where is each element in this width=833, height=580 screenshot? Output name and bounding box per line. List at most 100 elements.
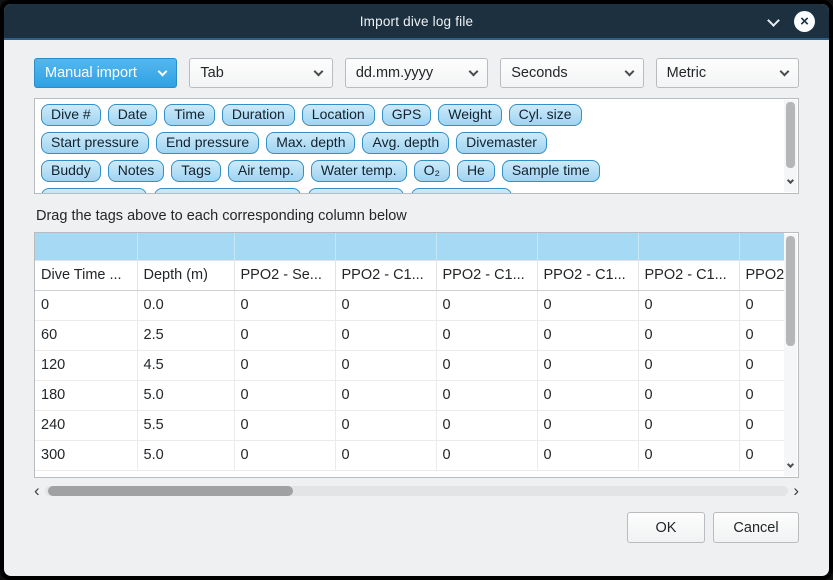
date-format-value: dd.mm.yyyy <box>356 65 433 81</box>
column-drop-target[interactable] <box>436 233 537 260</box>
drop-target-row <box>35 233 784 260</box>
duration-format-dropdown[interactable]: Seconds <box>500 58 643 88</box>
table-cell: 0 <box>436 410 537 440</box>
table-cell: 0 <box>234 290 335 320</box>
table-cell: 0 <box>234 410 335 440</box>
column-drop-target[interactable] <box>638 233 739 260</box>
column-header: PPO2 - C1... <box>537 260 638 290</box>
table-cell: 0 <box>739 380 784 410</box>
table-cell: 0 <box>436 350 537 380</box>
tag-water-temp[interactable]: Water temp. <box>311 160 407 182</box>
tags-vertical-scrollbar[interactable] <box>784 100 797 192</box>
table-cell: 120 <box>35 350 137 380</box>
column-drop-target[interactable] <box>35 233 137 260</box>
tag-location[interactable]: Location <box>302 104 375 126</box>
scroll-right-arrow-icon[interactable]: › <box>793 486 799 496</box>
import-table: Dive Time ...Depth (m)PPO2 - Se...PPO2 -… <box>35 233 784 471</box>
tag-air-temp[interactable]: Air temp. <box>228 160 304 182</box>
tags-panel: Dive # Date Time Duration Location GPS Weight C… <box>34 98 799 194</box>
tag-notes[interactable]: Notes <box>108 160 165 182</box>
tag-o[interactable]: O₂ <box>414 160 450 182</box>
tag-buddy[interactable]: Buddy <box>41 160 101 182</box>
table-cell: 0 <box>537 320 638 350</box>
column-header: PPO2 - C1... <box>335 260 436 290</box>
tag-end-pressure[interactable]: End pressure <box>156 132 259 154</box>
tag-divemaster[interactable]: Divemaster <box>456 132 547 154</box>
ok-button[interactable]: OK <box>627 512 705 543</box>
separator-dropdown[interactable]: Tab <box>189 58 332 88</box>
scrollbar-track[interactable] <box>45 486 789 496</box>
column-drop-target[interactable] <box>537 233 638 260</box>
import-mode-dropdown[interactable]: Manual import <box>34 58 177 88</box>
column-drop-target[interactable] <box>739 233 784 260</box>
tag-date[interactable]: Date <box>108 104 158 126</box>
cancel-button[interactable]: Cancel <box>713 512 799 543</box>
table-cell: 0 <box>638 350 739 380</box>
scroll-down-arrow-icon[interactable] <box>788 170 793 188</box>
shade-chevron-icon[interactable] <box>769 12 778 30</box>
column-drop-target[interactable] <box>137 233 234 260</box>
titlebar: Import dive log file × <box>4 4 829 40</box>
column-drop-target[interactable] <box>234 233 335 260</box>
chevron-down-icon <box>313 67 323 77</box>
close-button[interactable]: × <box>794 11 815 32</box>
scroll-down-arrow-icon[interactable] <box>788 454 793 472</box>
table-cell: 0 <box>335 320 436 350</box>
table-header-row: Dive Time ...Depth (m)PPO2 - Se...PPO2 -… <box>35 260 784 290</box>
table-cell: 2.5 <box>137 320 234 350</box>
table-cell: 0 <box>537 440 638 470</box>
table-cell: 0 <box>739 410 784 440</box>
scrollbar-thumb[interactable] <box>786 102 795 168</box>
tag-time[interactable]: Time <box>164 104 215 126</box>
tag-tags[interactable]: Tags <box>171 160 221 182</box>
table-cell: 0 <box>638 320 739 350</box>
tag-sample-depth[interactable]: Sample depth <box>41 188 147 194</box>
dialog-body: Manual import Tab dd.mm.yyyy Seconds Met… <box>4 40 829 576</box>
scrollbar-thumb[interactable] <box>48 486 293 496</box>
column-drop-target[interactable] <box>335 233 436 260</box>
tag-max-depth[interactable]: Max. depth <box>266 132 355 154</box>
tag-sample-temperature[interactable]: Sample temperature <box>154 188 301 194</box>
units-dropdown[interactable]: Metric <box>656 58 799 88</box>
import-table-panel: Dive Time ...Depth (m)PPO2 - Se...PPO2 -… <box>34 232 799 478</box>
tag-cyl-size[interactable]: Cyl. size <box>509 104 582 126</box>
table-cell: 0 <box>335 380 436 410</box>
table-cell: 0 <box>739 320 784 350</box>
table-cell: 4.5 <box>137 350 234 380</box>
tag-row: Dive # Date Time Duration Location GPS Weight C… <box>41 104 778 126</box>
date-format-dropdown[interactable]: dd.mm.yyyy <box>345 58 488 88</box>
chevron-down-icon <box>624 67 634 77</box>
table-cell: 5.5 <box>137 410 234 440</box>
tag-dive[interactable]: Dive # <box>41 104 101 126</box>
table-cell: 0 <box>537 410 638 440</box>
table-cell: 0 <box>537 350 638 380</box>
table-cell: 0 <box>234 350 335 380</box>
tag-gps[interactable]: GPS <box>382 104 432 126</box>
table-cell: 0 <box>739 440 784 470</box>
tag-avg-depth[interactable]: Avg. depth <box>362 132 449 154</box>
tag-sample-po[interactable]: Sample pO₂ <box>308 188 403 194</box>
table-row: 1805.0000000 <box>35 380 784 410</box>
table-cell: 300 <box>35 440 137 470</box>
window-frame: Import dive log file × Manual import Tab… <box>0 0 833 580</box>
tag-row: Buddy Notes Tags Air temp. Water temp. O₂ He Sa… <box>41 160 778 182</box>
tag-sample-cns[interactable]: Sample CNS <box>411 188 512 194</box>
tag-sample-time[interactable]: Sample time <box>502 160 600 182</box>
table-vertical-scrollbar[interactable] <box>784 234 797 476</box>
table-cell: 60 <box>35 320 137 350</box>
tag-start-pressure[interactable]: Start pressure <box>41 132 149 154</box>
tag-weight[interactable]: Weight <box>438 104 501 126</box>
import-mode-value: Manual import <box>45 65 137 81</box>
table-horizontal-scrollbar[interactable]: ‹ › <box>34 483 799 498</box>
tags-list: Dive # Date Time Duration Location GPS Weight C… <box>41 104 778 194</box>
tag-duration[interactable]: Duration <box>222 104 295 126</box>
scrollbar-thumb[interactable] <box>786 236 795 346</box>
column-header: Dive Time ... <box>35 260 137 290</box>
options-row: Manual import Tab dd.mm.yyyy Seconds Met… <box>34 58 799 88</box>
table-cell: 0 <box>436 290 537 320</box>
tag-row: Start pressure End pressure Max. depth Avg.… <box>41 132 778 154</box>
tag-he[interactable]: He <box>457 160 495 182</box>
table-cell: 0 <box>638 440 739 470</box>
separator-value: Tab <box>200 65 223 81</box>
scroll-left-arrow-icon[interactable]: ‹ <box>34 486 40 496</box>
